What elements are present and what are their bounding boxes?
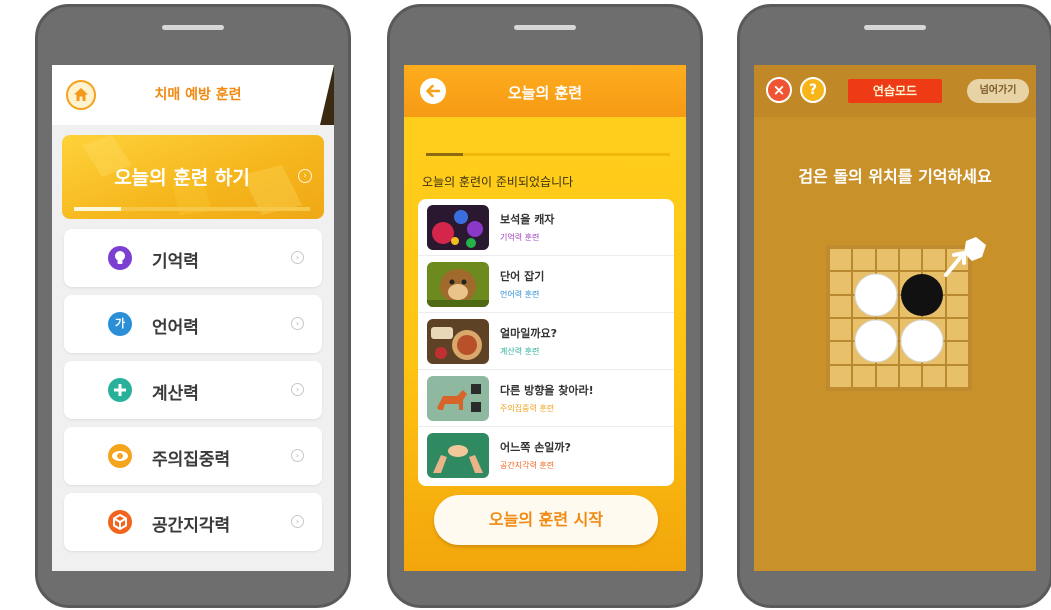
cube-icon: [108, 510, 132, 534]
game-category: 주의집중력 훈련: [500, 404, 555, 413]
category-attention[interactable]: 주의집중력 ›: [64, 427, 322, 485]
white-stone: [854, 273, 898, 317]
phone-frame-memory-game: × ? 연습모드 넘어가기 검은 돌의 위치를 기억하세요: [737, 4, 1051, 608]
game-category: 공간지각력 훈련: [500, 461, 555, 470]
app-header: 치매 예방 훈련: [52, 65, 334, 125]
game-name: 다른 방향을 찾아라!: [500, 384, 594, 397]
game-item[interactable]: 단어 잡기 언어력 훈련: [418, 256, 674, 313]
eye-icon: [108, 444, 132, 468]
game-name: 어느쪽 손일까?: [500, 441, 571, 454]
phone-frame-today-training: 오늘의 훈련 오늘의 훈련이 준비되었습니다 보석을 캐자 기억력 훈련 단어 …: [387, 4, 703, 608]
game-list: 보석을 캐자 기억력 훈련 단어 잡기 언어력 훈련 얼마일까요? 계산력 훈련: [418, 199, 674, 486]
category-label: 계산력: [152, 384, 199, 404]
category-label: 공간지각력: [152, 516, 231, 536]
help-button[interactable]: ?: [800, 77, 826, 103]
memory-game-screen: × ? 연습모드 넘어가기 검은 돌의 위치를 기억하세요: [754, 65, 1036, 571]
game-name: 보석을 캐자: [500, 213, 555, 226]
category-label: 주의집중력: [152, 450, 231, 470]
game-thumbnail-direction: [427, 376, 489, 421]
category-spatial[interactable]: 공간지각력 ›: [64, 493, 322, 551]
start-training-button[interactable]: 오늘의 훈련 시작: [434, 495, 658, 545]
plus-icon: [108, 378, 132, 402]
practice-mode-badge: 연습모드: [848, 79, 942, 103]
game-item[interactable]: 보석을 캐자 기억력 훈련: [418, 199, 674, 256]
language-icon: 가: [108, 312, 132, 336]
game-thumbnail-hands: [427, 433, 489, 478]
black-stone: [901, 274, 943, 316]
game-name: 단어 잡기: [500, 270, 545, 283]
game-name: 얼마일까요?: [500, 327, 557, 340]
today-training-label: 오늘의 훈련 하기: [114, 167, 250, 189]
app-title: 치매 예방 훈련: [154, 87, 242, 103]
speaker-slot: [162, 25, 224, 30]
skip-button[interactable]: 넘어가기: [967, 79, 1029, 103]
game-thumbnail-jewels: [427, 205, 489, 250]
game-category: 계산력 훈련: [500, 347, 540, 356]
chevron-right-icon: ›: [298, 169, 312, 183]
game-category: 언어력 훈련: [500, 290, 540, 299]
chevron-right-icon: ›: [291, 449, 304, 462]
game-toolbar: × ? 연습모드 넘어가기: [754, 65, 1036, 117]
training-progress-fill: [426, 153, 463, 156]
game-item[interactable]: 얼마일까요? 계산력 훈련: [418, 313, 674, 370]
chevron-right-icon: ›: [291, 515, 304, 528]
speaker-slot: [864, 25, 926, 30]
screen-title: 오늘의 훈련: [507, 84, 583, 102]
ready-message: 오늘의 훈련이 준비되었습니다: [422, 175, 574, 189]
category-label: 언어력: [152, 318, 199, 338]
chevron-right-icon: ›: [291, 317, 304, 330]
category-memory[interactable]: 기억력 ›: [64, 229, 322, 287]
category-calculation[interactable]: 계산력 ›: [64, 361, 322, 419]
pointer-hand-icon: [944, 237, 986, 277]
game-thumbnail-words: [427, 262, 489, 307]
category-label: 기억력: [152, 252, 199, 272]
today-progress-bar: [74, 207, 310, 211]
training-progress-bar: [426, 153, 670, 156]
phone-frame-main-menu: 치매 예방 훈련 오늘의 훈련 하기 › 기억력 › 가 언어력 › 계산력 ›…: [35, 4, 351, 608]
game-thumbnail-price: [427, 319, 489, 364]
white-stone: [854, 319, 898, 363]
close-button[interactable]: ×: [766, 77, 792, 103]
screen-header: 오늘의 훈련: [404, 65, 686, 117]
today-progress-fill: [74, 207, 122, 211]
game-item[interactable]: 어느쪽 손일까? 공간지각력 훈련: [418, 427, 674, 484]
white-stone: [900, 319, 944, 363]
category-language[interactable]: 가 언어력 ›: [64, 295, 322, 353]
today-training-screen: 오늘의 훈련 오늘의 훈련이 준비되었습니다 보석을 캐자 기억력 훈련 단어 …: [404, 65, 686, 571]
lightbulb-icon: [108, 246, 132, 270]
today-training-button[interactable]: 오늘의 훈련 하기 ›: [62, 135, 324, 219]
game-item[interactable]: 다른 방향을 찾아라! 주의집중력 훈련: [418, 370, 674, 427]
main-menu-screen: 치매 예방 훈련 오늘의 훈련 하기 › 기억력 › 가 언어력 › 계산력 ›…: [52, 65, 334, 571]
speaker-slot: [514, 25, 576, 30]
game-instruction: 검은 돌의 위치를 기억하세요: [798, 167, 992, 186]
chevron-right-icon: ›: [291, 251, 304, 264]
chevron-right-icon: ›: [291, 383, 304, 396]
game-category: 기억력 훈련: [500, 233, 540, 242]
